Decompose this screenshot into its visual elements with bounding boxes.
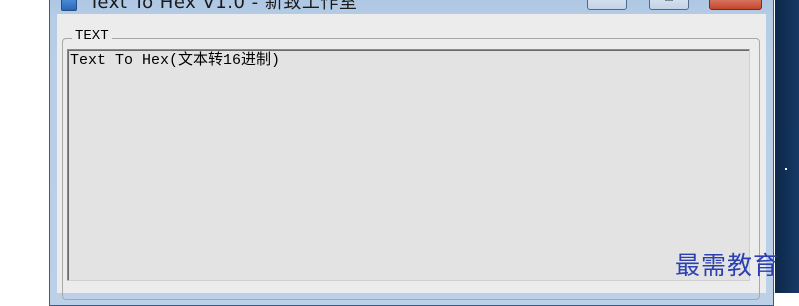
title-bar[interactable]: Text To Hex V1.0 - 新致工作室 — ☐ ✕ [49,0,774,14]
group-label: TEXT [72,28,112,44]
maximize-icon: ☐ [665,0,674,4]
close-button[interactable]: ✕ [709,0,762,10]
minimize-button[interactable]: — [587,0,627,10]
minimize-icon: — [602,0,612,4]
window-title: Text To Hex V1.0 - 新致工作室 [89,0,358,13]
app-icon [61,0,77,11]
desktop-pixel [785,168,787,170]
watermark-text: 最需教育 [675,251,780,280]
close-icon: ✕ [731,0,739,4]
maximize-button[interactable]: ☐ [649,0,689,10]
client-area: TEXT Text To Hex(文本转16进制) [57,14,766,300]
text-input[interactable]: Text To Hex(文本转16进制) [67,49,750,281]
